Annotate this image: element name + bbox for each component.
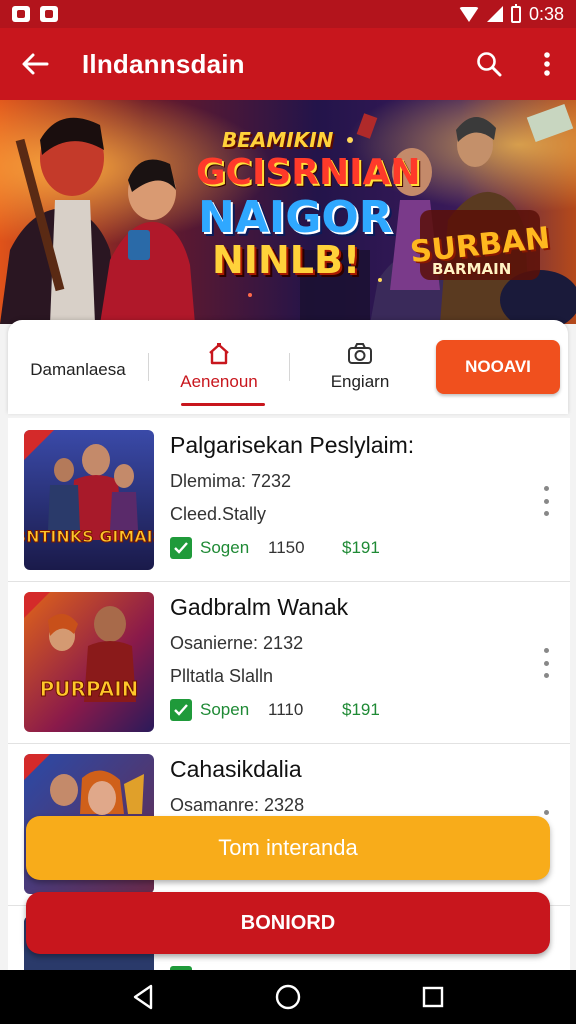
item-status: Plltatla Slalln <box>170 666 274 686</box>
banner-line-3: NAIGOR <box>198 192 393 243</box>
camera-icon <box>348 343 372 364</box>
item-price: $191 <box>342 538 380 557</box>
banner-badge-sub: BARMAIN <box>432 260 512 278</box>
item-stat-label: Sopen <box>200 700 250 719</box>
tab-label: Aenenoun <box>180 372 258 391</box>
item-status: Cleed.Stally <box>170 504 267 524</box>
status-time: 0:38 <box>528 3 564 24</box>
hero-banner[interactable]: BEAMIKIN GCISRNIAN NAIGOR NINLB! SURBAN … <box>0 100 576 324</box>
filter-bar: Damanlaesa Aenenoun Engiarn NOOAVI <box>8 320 568 414</box>
banner-title: BEAMIKIN GCISRNIAN NAIGOR NINLB! SURBAN … <box>0 100 576 324</box>
nav-home-button[interactable] <box>258 970 318 1024</box>
wifi-icon <box>458 6 479 22</box>
item-date: Osamanre: 2328 <box>170 795 305 815</box>
search-button[interactable] <box>460 28 518 100</box>
filter-action-button[interactable]: NOOAVI <box>436 340 560 394</box>
check-icon <box>170 699 192 721</box>
item-count: 1150 <box>268 538 305 557</box>
check-icon <box>170 537 192 559</box>
app-bar-actions <box>460 28 576 100</box>
item-more-button[interactable] <box>536 486 556 516</box>
thumbnail-title: BNTINKS GIMAIS <box>24 527 154 546</box>
active-tab-indicator <box>181 403 265 406</box>
tab-first[interactable]: Damanlaesa <box>8 320 148 414</box>
item-title: Gadbralm Wanak <box>170 594 349 620</box>
status-bar: 0:38 <box>0 0 576 28</box>
signal-icon <box>486 6 503 22</box>
message-icon <box>40 6 58 22</box>
banner-line-2: GCISRNIAN <box>196 152 421 193</box>
list-item[interactable]: BNTINKS GIMAIS Palgarisekan Peslylaim: D… <box>8 422 570 582</box>
item-date: Dlemima: 7232 <box>170 471 292 491</box>
list-item-info: Palgarisekan Peslylaim: Dlemima: 7232 Cl… <box>170 432 540 559</box>
item-price: $191 <box>342 700 380 719</box>
nav-back-button[interactable] <box>113 970 173 1024</box>
status-indicators: 0:38 <box>458 3 564 25</box>
game-thumbnail: BNTINKS GIMAIS <box>24 430 154 570</box>
primary-action-button[interactable]: Tom interanda <box>26 816 550 880</box>
app-screen: 0:38 Ilndannsdain BEAMIKIN GCISRNIAN NAI… <box>0 0 576 1024</box>
tab-label: Damanlaesa <box>30 360 126 379</box>
nav-recents-button[interactable] <box>403 970 463 1024</box>
item-stat-label: Sogen <box>200 538 250 557</box>
item-stats: Sopen 1110 $191 <box>170 699 540 721</box>
status-notifications <box>12 6 58 22</box>
circle-home-icon <box>275 984 301 1010</box>
tab-camera[interactable]: Engiarn <box>290 320 430 414</box>
back-button[interactable] <box>0 28 70 100</box>
app-bar: Ilndannsdain <box>0 28 576 100</box>
list-item[interactable]: PURPAIN Gadbralm Wanak Osanierne: 2132 P… <box>8 584 570 744</box>
notification-icon <box>12 6 30 22</box>
system-nav-bar <box>0 970 576 1024</box>
battery-icon <box>510 3 521 23</box>
triangle-back-icon <box>133 984 152 1010</box>
more-options-button[interactable] <box>518 28 576 100</box>
item-stats: Sogen 1150 $191 <box>170 537 540 559</box>
banner-line-1: BEAMIKIN <box>222 128 334 152</box>
item-date: Osanierne: 2132 <box>170 633 304 653</box>
item-more-button[interactable] <box>536 648 556 678</box>
tab-label: Engiarn <box>330 372 390 391</box>
search-icon <box>477 52 502 77</box>
square-recents-icon <box>423 986 444 1008</box>
game-thumbnail: PURPAIN <box>24 592 154 732</box>
more-vert-icon <box>544 52 550 76</box>
item-count: 1110 <box>268 700 304 719</box>
secondary-action-button[interactable]: BONIORD <box>26 892 550 954</box>
home-icon <box>209 343 229 365</box>
page-title: Ilndannsdain <box>82 48 245 79</box>
tab-home[interactable]: Aenenoun <box>149 320 289 414</box>
banner-line-4: NINLB! <box>212 238 361 282</box>
thumbnail-title: PURPAIN <box>40 677 139 701</box>
item-title: Cahasikdalia <box>170 756 302 782</box>
list-item-info: Gadbralm Wanak Osanierne: 2132 Plltatla … <box>170 594 540 721</box>
item-title: Palgarisekan Peslylaim: <box>170 432 415 458</box>
arrow-left-icon <box>22 53 49 75</box>
